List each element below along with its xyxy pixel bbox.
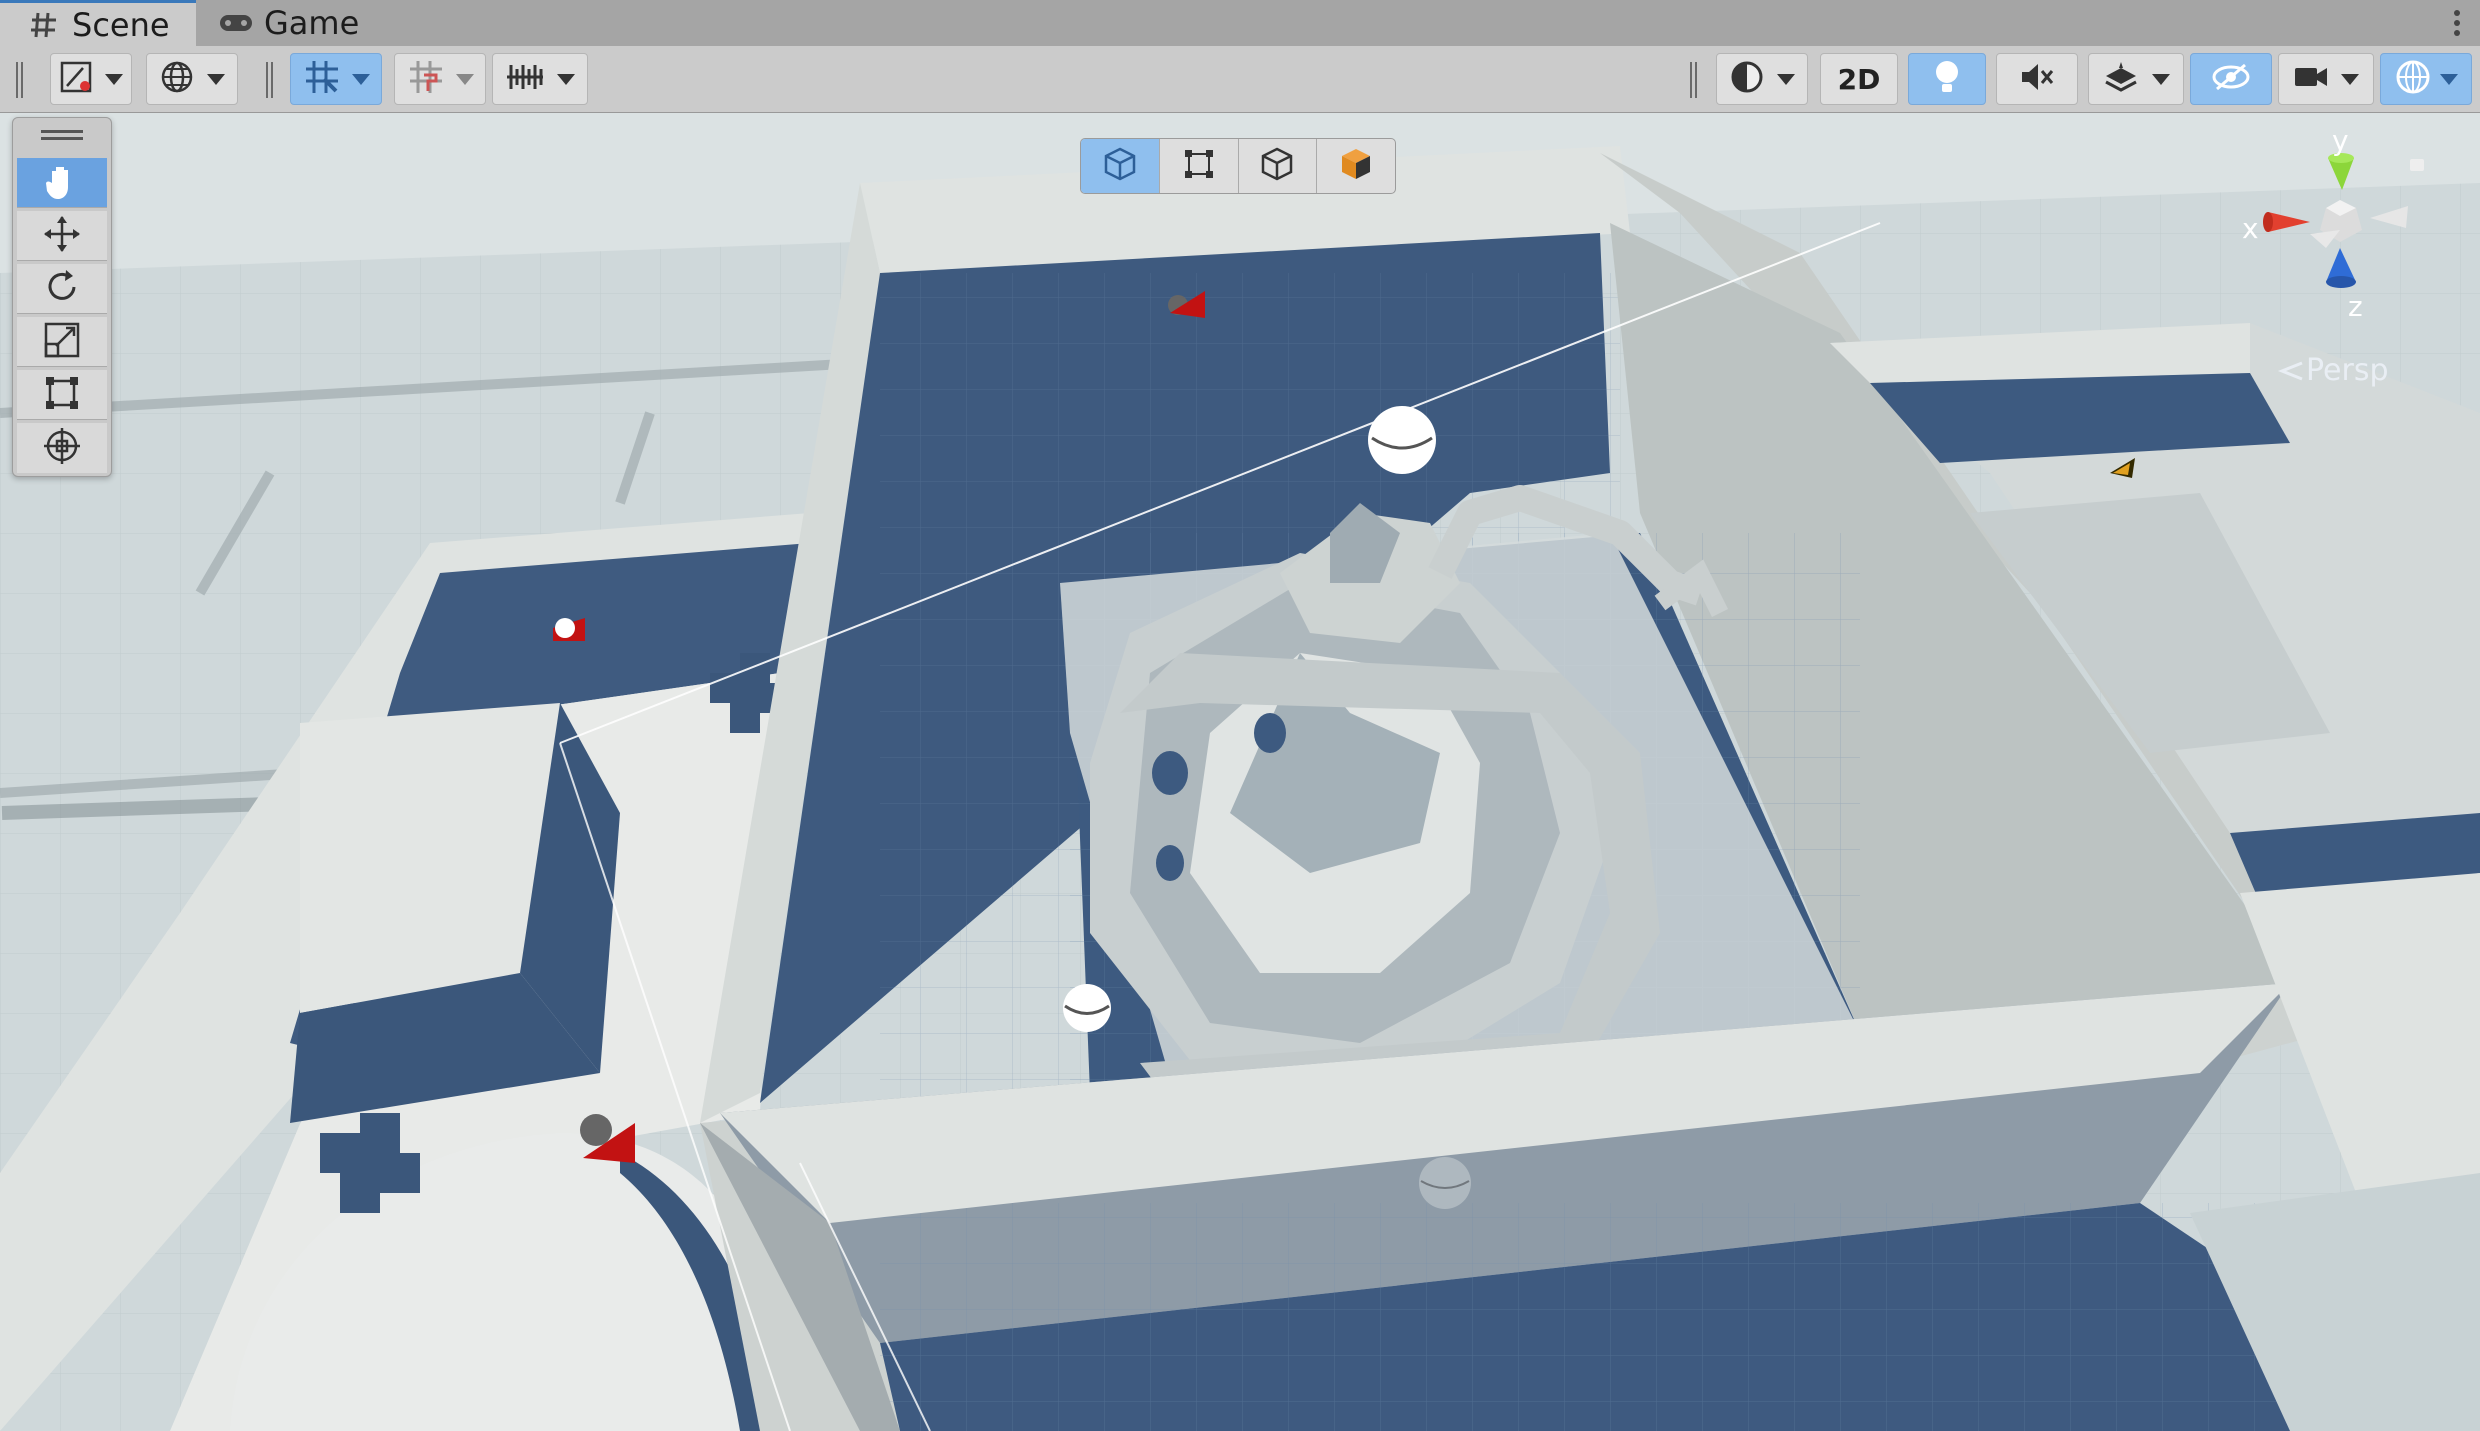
orientation-gizmo[interactable]: y x z: [2230, 124, 2430, 350]
tab-game-label: Game: [264, 4, 360, 42]
shading-mode-dropdown[interactable]: [1716, 53, 1808, 105]
draw-mode-icon: [59, 60, 93, 98]
transform-tool-icon: [42, 426, 82, 470]
move-tool-icon: [42, 214, 82, 258]
hand-tool-button[interactable]: [17, 158, 107, 208]
more-options-icon[interactable]: [2450, 4, 2464, 42]
move-tool-button[interactable]: [17, 211, 107, 261]
tab-scene-label: Scene: [72, 5, 170, 44]
unity-scene-window: Scene Game 2D y x z Persp: [0, 0, 2480, 1431]
cube-solid-icon: [1338, 146, 1374, 186]
toolbar-separator: [266, 62, 273, 98]
hand-tool-icon: [42, 161, 82, 205]
rotate-tool-icon: [42, 267, 82, 311]
gizmos-dropdown[interactable]: [2380, 53, 2472, 105]
global-local-icon: [159, 59, 195, 99]
tool-palette: [12, 117, 112, 477]
scale-tool-icon: [42, 320, 82, 364]
chevron-down-icon: [2341, 73, 2359, 85]
projection-label: Persp: [2306, 353, 2389, 388]
cube-wire-button[interactable]: [1239, 139, 1318, 193]
gizmo-y-label: y: [2332, 124, 2349, 157]
2d-toggle-label: 2D: [1837, 62, 1881, 96]
light-probe-sphere-icon: [1368, 406, 1436, 474]
chevron-down-icon: [2440, 73, 2458, 85]
chevron-down-icon: [557, 73, 575, 85]
lighting-toggle[interactable]: [1908, 53, 1986, 105]
scene-render: [0, 113, 2480, 1431]
perspective-chevron-icon: [2277, 361, 2303, 380]
transform-tool-button[interactable]: [17, 423, 107, 473]
rect-tool-icon: [42, 373, 82, 417]
global-local-dropdown[interactable]: [146, 53, 238, 105]
tab-game[interactable]: Game: [206, 0, 386, 46]
audio-mute-icon: [2019, 60, 2055, 98]
increment-snap-dropdown[interactable]: [394, 53, 486, 105]
shading-mode-icon: [1729, 59, 1765, 99]
toolbar-separator: [1690, 62, 1697, 98]
draw-mode-dropdown[interactable]: [50, 53, 132, 105]
rect-view-icon: [1182, 147, 1216, 185]
camera-icon: [2293, 62, 2329, 96]
lock-icon[interactable]: [2410, 159, 2424, 171]
scene-toolbar: 2D: [0, 46, 2480, 113]
2d-toggle-button[interactable]: 2D: [1820, 53, 1898, 105]
grid-snapping-icon: [302, 57, 342, 101]
chevron-down-icon: [2152, 73, 2170, 85]
hidden-objects-icon: [2211, 61, 2251, 97]
gizmos-icon: [2394, 58, 2432, 100]
audio-toggle[interactable]: [1996, 53, 2078, 105]
chevron-down-icon: [352, 73, 370, 85]
cube-front-button[interactable]: [1081, 139, 1160, 193]
gamepad-icon: [214, 6, 258, 40]
chevron-down-icon: [207, 73, 225, 85]
lighting-icon: [1932, 58, 1962, 100]
grid-snapping-toggle[interactable]: [290, 53, 382, 105]
chevron-down-icon: [1777, 73, 1795, 85]
rotate-tool-button[interactable]: [17, 264, 107, 314]
increment-snap-icon: [406, 57, 446, 101]
toolbar-grip: [16, 62, 23, 98]
gizmo-z-label: z: [2348, 290, 2363, 323]
hidden-objects-toggle[interactable]: [2190, 53, 2272, 105]
projection-toggle[interactable]: Persp: [2276, 353, 2389, 388]
tab-scene[interactable]: Scene: [0, 0, 196, 46]
effects-layers-icon: [2102, 60, 2140, 98]
camera-dropdown[interactable]: [2278, 53, 2374, 105]
chevron-down-icon: [456, 73, 474, 85]
tab-strip: Scene Game: [0, 0, 2480, 46]
ruler-snap-icon: [505, 59, 545, 99]
cube-wire-icon: [1259, 146, 1295, 186]
tool-palette-handle[interactable]: [41, 130, 83, 140]
cube-front-icon: [1102, 146, 1138, 186]
grid-hash-icon: [22, 8, 66, 42]
rect-tool-button[interactable]: [17, 370, 107, 420]
scale-tool-button[interactable]: [17, 317, 107, 367]
effects-dropdown[interactable]: [2088, 53, 2184, 105]
ruler-snap-dropdown[interactable]: [492, 53, 588, 105]
cube-solid-button[interactable]: [1317, 139, 1395, 193]
rect-view-button[interactable]: [1160, 139, 1239, 193]
gizmo-x-label: x: [2242, 212, 2259, 245]
view-overlay-toolbar: [1080, 138, 1396, 194]
chevron-down-icon: [105, 73, 123, 85]
scene-viewport[interactable]: y x z Persp: [0, 113, 2480, 1431]
